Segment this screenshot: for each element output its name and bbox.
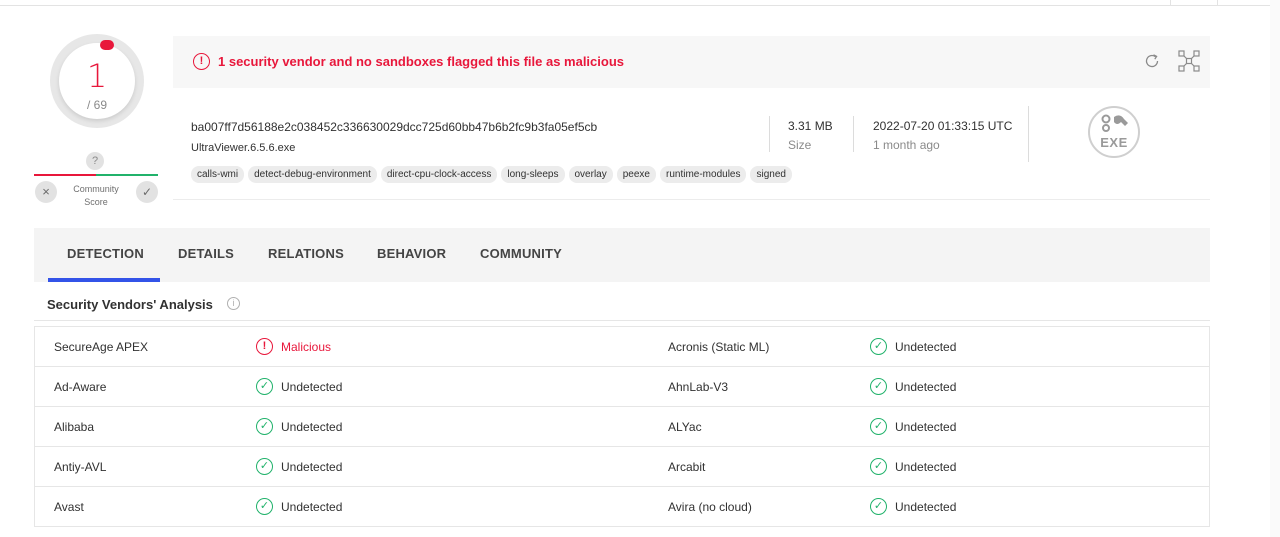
vendor-name: Acronis (Static ML) xyxy=(668,340,770,354)
file-tag[interactable]: direct-cpu-clock-access xyxy=(380,166,498,183)
alert-icon: ! xyxy=(193,53,210,70)
community-like-button[interactable]: ✓ xyxy=(136,181,158,203)
tab-detection[interactable]: DETECTION xyxy=(67,246,144,261)
divider xyxy=(1028,106,1029,162)
vendor-result: Undetected xyxy=(895,380,957,394)
check-circle-icon: ✓ xyxy=(870,418,887,435)
vendor-result: Undetected xyxy=(281,500,343,514)
detection-alert-banner: ! 1 security vendor and no sandboxes fla… xyxy=(173,36,1210,88)
file-tag[interactable]: long-sleeps xyxy=(501,166,565,183)
table-row: Alibaba ✓ Undetected ALYac ✓ Undetected xyxy=(35,407,1209,447)
vendor-result: Undetected xyxy=(281,460,343,474)
check-circle-icon: ✓ xyxy=(870,498,887,515)
file-hash[interactable]: ba007ff7d56188e2c038452c336630029dcc725d… xyxy=(191,120,597,134)
vendor-result: Undetected xyxy=(895,420,957,434)
table-row: Ad-Aware ✓ Undetected AhnLab-V3 ✓ Undetected xyxy=(35,367,1209,407)
file-type-badge: EXE xyxy=(1088,106,1140,158)
detection-total: / 69 xyxy=(86,98,107,112)
file-tag[interactable]: detect-debug-environment xyxy=(248,166,377,183)
file-tag[interactable]: calls-wmi xyxy=(191,166,245,183)
vendor-name: ALYac xyxy=(668,420,702,434)
divider xyxy=(34,320,1210,321)
community-score-label: Community Score xyxy=(62,183,130,209)
file-analysis-date: 2022-07-20 01:33:15 UTC xyxy=(873,119,1013,133)
file-name: UltraViewer.6.5.6.exe xyxy=(191,142,296,154)
gears-icon xyxy=(1101,114,1128,132)
file-tag[interactable]: signed xyxy=(750,166,792,183)
community-dislike-button[interactable]: × xyxy=(35,181,57,203)
tab-behavior[interactable]: BEHAVIOR xyxy=(377,246,446,261)
vendor-result: Undetected xyxy=(895,500,957,514)
top-bar xyxy=(0,0,1280,6)
vendor-name: Alibaba xyxy=(54,420,95,434)
file-tag[interactable]: overlay xyxy=(568,166,613,183)
vendor-name: Avira (no cloud) xyxy=(668,500,752,514)
file-size: 3.31 MB xyxy=(788,119,833,133)
community-score-bar xyxy=(34,174,158,176)
file-tag[interactable]: runtime-modules xyxy=(660,166,747,183)
detection-score-center: 1 / 69 xyxy=(59,40,135,119)
detection-count: 1 xyxy=(86,57,108,95)
reanalyze-icon[interactable] xyxy=(1143,52,1161,70)
vendor-name: AhnLab-V3 xyxy=(668,380,729,394)
tab-details[interactable]: DETAILS xyxy=(178,246,234,261)
community-label-line2: Score xyxy=(84,197,108,207)
vendor-name: Avast xyxy=(54,500,84,514)
check-circle-icon: ✓ xyxy=(870,458,887,475)
vendor-name: Antiy-AVL xyxy=(54,460,107,474)
check-circle-icon: ✓ xyxy=(870,378,887,395)
alert-message: 1 security vendor and no sandboxes flagg… xyxy=(218,54,625,69)
vendor-result: Undetected xyxy=(895,340,957,354)
table-row: SecureAge APEX! Malicious Acronis (Static … xyxy=(35,327,1209,367)
community-label-line1: Community xyxy=(73,184,119,194)
file-analysis-age: 1 month ago xyxy=(873,138,940,152)
score-indicator-dot xyxy=(100,40,114,50)
vendor-result: Undetected xyxy=(895,460,957,474)
tab-community[interactable]: COMMUNITY xyxy=(480,246,562,261)
vendor-result: Undetected xyxy=(281,420,343,434)
vendor-results-table: SecureAge APEX! Malicious Acronis (Static … xyxy=(34,326,1210,527)
file-tags: calls-wmi detect-debug-environment direc… xyxy=(191,166,792,183)
graph-icon[interactable] xyxy=(1178,50,1200,72)
table-row: Antiy-AVL ✓ Undetected Arcabit ✓ Undetected xyxy=(35,447,1209,487)
table-row: Avast ✓ Undetected Avira (no cloud) ✓ Undetec… xyxy=(35,487,1209,527)
file-type-label: EXE xyxy=(1100,135,1128,150)
top-bar-button[interactable] xyxy=(1170,0,1218,6)
section-title: Security Vendors' Analysis xyxy=(47,297,213,312)
info-icon[interactable]: i xyxy=(227,297,240,310)
vendor-result: Undetected xyxy=(281,380,343,394)
alert-icon: ! xyxy=(256,338,273,355)
divider xyxy=(769,116,770,152)
file-size-label: Size xyxy=(788,138,812,152)
tab-relations[interactable]: RELATIONS xyxy=(268,246,344,261)
detection-score-ring: 1 / 69 xyxy=(50,34,144,128)
vendor-name: SecureAge APEX xyxy=(54,340,149,354)
check-circle-icon: ✓ xyxy=(256,498,273,515)
scrollbar[interactable] xyxy=(1270,0,1280,537)
file-tag[interactable]: peexe xyxy=(616,166,656,183)
vendor-name: Ad-Aware xyxy=(54,380,107,394)
check-circle-icon: ✓ xyxy=(256,458,273,475)
vendor-result: Malicious xyxy=(281,340,332,354)
check-circle-icon: ✓ xyxy=(256,418,273,435)
divider xyxy=(853,116,854,152)
vendor-name: Arcabit xyxy=(668,460,706,474)
file-summary-panel: ba007ff7d56188e2c038452c336630029dcc725d… xyxy=(173,88,1210,200)
check-circle-icon: ✓ xyxy=(256,378,273,395)
tab-bar: DETECTION DETAILS RELATIONS BEHAVIOR COM… xyxy=(34,228,1210,282)
community-score-question-icon: ? xyxy=(86,152,104,170)
check-circle-icon: ✓ xyxy=(870,338,887,355)
active-tab-indicator xyxy=(48,278,160,282)
